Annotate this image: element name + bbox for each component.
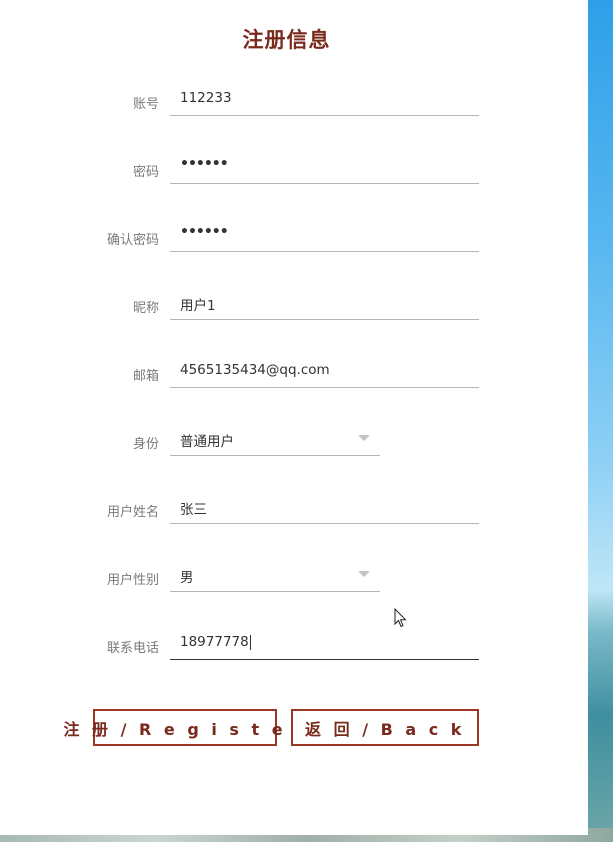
email-input[interactable]: 4565135434@qq.com <box>170 353 479 388</box>
register-button[interactable]: 注 册 / R e g i s t e r <box>63 709 303 746</box>
back-button[interactable]: 返 回 / B a c k <box>291 709 479 746</box>
page-title: 注册信息 <box>242 28 331 52</box>
gender-select[interactable]: 男 <box>170 557 380 592</box>
role-row: 身份 普通用户 <box>0 421 588 461</box>
mouse-pointer-icon <box>394 608 407 628</box>
nickname-value: 用户1 <box>180 298 216 314</box>
account-label: 账号 <box>132 97 159 112</box>
role-label: 身份 <box>132 437 159 452</box>
role-select[interactable]: 普通用户 <box>170 421 380 456</box>
nickname-row: 昵称 用户1 <box>0 285 588 325</box>
account-row: 账号 112233 <box>0 81 588 121</box>
phone-input[interactable]: 18977778 <box>170 625 479 660</box>
nickname-label: 昵称 <box>132 301 159 316</box>
account-value: 112233 <box>180 90 232 106</box>
email-row: 邮箱 4565135434@qq.com <box>0 353 588 393</box>
confirm-password-row: 确认密码 •••••• <box>0 217 588 257</box>
confirm-password-input[interactable]: •••••• <box>170 217 479 252</box>
chevron-down-icon[interactable] <box>358 435 370 441</box>
username-input[interactable]: 张三 <box>170 489 479 524</box>
phone-label: 联系电话 <box>106 641 159 656</box>
username-value: 张三 <box>180 502 207 518</box>
email-label: 邮箱 <box>132 369 159 384</box>
username-label: 用户姓名 <box>106 505 159 520</box>
username-row: 用户姓名 张三 <box>0 489 588 529</box>
role-value: 普通用户 <box>180 434 234 450</box>
account-input[interactable]: 112233 <box>170 81 479 116</box>
chevron-down-icon[interactable] <box>358 571 370 577</box>
password-row: 密码 •••••• <box>0 149 588 189</box>
password-input[interactable]: •••••• <box>170 149 479 184</box>
gender-label: 用户性别 <box>106 573 159 588</box>
text-cursor <box>249 634 251 650</box>
email-value: 4565135434@qq.com <box>180 362 330 378</box>
confirm-password-value: •••••• <box>180 224 229 240</box>
phone-value: 18977778 <box>180 634 249 650</box>
password-label: 密码 <box>132 165 159 180</box>
gender-value: 男 <box>180 570 194 586</box>
confirm-password-label: 确认密码 <box>106 233 159 248</box>
register-card: 注册信息 账号 112233 密码 •••••• 确认密码 •••••• 昵称 … <box>0 0 588 835</box>
phone-value-wrap: 18977778 <box>180 634 251 650</box>
password-value: •••••• <box>180 156 229 172</box>
phone-row: 联系电话 18977778 <box>0 625 588 665</box>
gender-row: 用户性别 男 <box>0 557 588 597</box>
nickname-input[interactable]: 用户1 <box>170 285 479 320</box>
